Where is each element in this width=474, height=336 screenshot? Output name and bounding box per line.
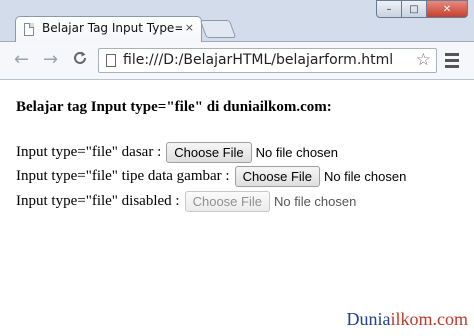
file-status: No file chosen [273,194,357,209]
menu-bar [445,59,459,62]
maximize-button[interactable]: □ [401,0,427,18]
tab-close-icon[interactable]: × [185,21,194,34]
file-input-row-disabled: Input type="file" disabled : Choose File… [16,191,356,212]
minimize-button[interactable]: – [376,0,402,18]
watermark-part1: Dunia [346,309,391,329]
page-heading: Belajar tag Input type="file" di duniail… [16,99,332,115]
file-input-row-image: Input type="file" tipe data gambar : Cho… [16,166,406,187]
choose-file-button-disabled: Choose File [184,191,270,212]
browser-window: Belajar Tag Input Type=file × – □ ✕ ← → … [0,0,474,336]
page-icon [24,23,34,36]
menu-bar [445,65,459,68]
site-watermark: Duniailkom.com [347,309,469,330]
title-bar: Belajar Tag Input Type=file × – □ ✕ [0,0,474,42]
page-content: Belajar tag Input type="file" di duniail… [0,81,474,336]
url-text[interactable]: file:///D:/BelajarHTML/belajarform.html [123,52,393,68]
file-status: No file chosen [323,169,407,184]
browser-tab[interactable]: Belajar Tag Input Type=file × [15,16,202,42]
back-arrow-icon[interactable]: ← [14,50,29,70]
row-label: Input type="file" dasar : [16,144,162,160]
reload-icon[interactable] [72,50,88,71]
choose-file-button[interactable]: Choose File [166,142,252,163]
tab-title: Belajar Tag Input Type=file [42,21,182,35]
address-bar[interactable]: file:///D:/BelajarHTML/belajarform.html … [98,48,437,73]
row-label: Input type="file" tipe data gambar : [16,168,230,184]
toolbar: ← → file:///D:/BelajarHTML/belajarform.h… [0,42,474,80]
menu-bar [445,53,459,56]
menu-icon[interactable] [445,53,459,71]
bookmark-star-icon[interactable]: ☆ [416,50,431,70]
reload-icon-glyph [74,51,86,64]
watermark-part2: ilkom.com [390,309,469,329]
file-input-row-basic: Input type="file" dasar : Choose File No… [16,142,338,163]
choose-file-button[interactable]: Choose File [234,166,320,187]
page-icon [106,54,116,67]
window-controls: – □ ✕ [376,0,468,18]
file-status: No file chosen [255,145,339,160]
forward-arrow-icon[interactable]: → [43,50,58,70]
close-button[interactable]: ✕ [426,0,468,18]
row-label: Input type="file" disabled : [16,193,180,209]
new-tab-button[interactable] [199,20,237,38]
